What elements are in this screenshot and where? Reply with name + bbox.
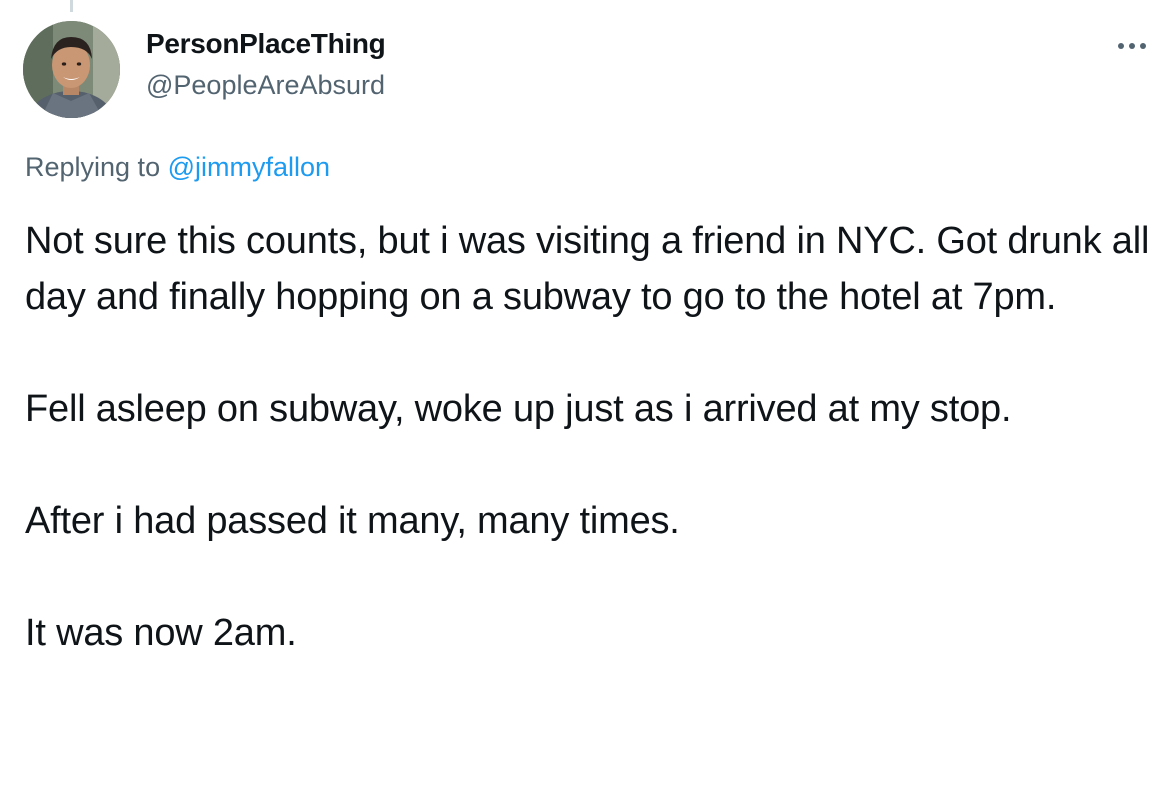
avatar[interactable] bbox=[23, 21, 120, 118]
replying-to-label: Replying to bbox=[25, 152, 161, 182]
tweet-paragraph: Fell asleep on subway, woke up just as i… bbox=[25, 388, 1012, 430]
replying-to-line: Replying to @jimmyfallon bbox=[25, 152, 330, 183]
tweet-paragraph: After i had passed it many, many times. bbox=[25, 500, 680, 542]
user-avatar-photo-icon bbox=[23, 21, 120, 118]
tweet-paragraph: Not sure this counts, but i was visiting… bbox=[25, 220, 1160, 318]
more-options-button[interactable] bbox=[1112, 28, 1152, 64]
tweet-text: Not sure this counts, but i was visiting… bbox=[25, 213, 1155, 661]
more-horizontal-icon bbox=[1118, 43, 1146, 49]
reply-mention-link[interactable]: @jimmyfallon bbox=[168, 152, 330, 182]
author-handle[interactable]: @PeopleAreAbsurd bbox=[146, 70, 385, 101]
author-display-name[interactable]: PersonPlaceThing bbox=[146, 28, 386, 60]
tweet-paragraph: It was now 2am. bbox=[25, 612, 297, 654]
thread-connector-line bbox=[70, 0, 73, 12]
